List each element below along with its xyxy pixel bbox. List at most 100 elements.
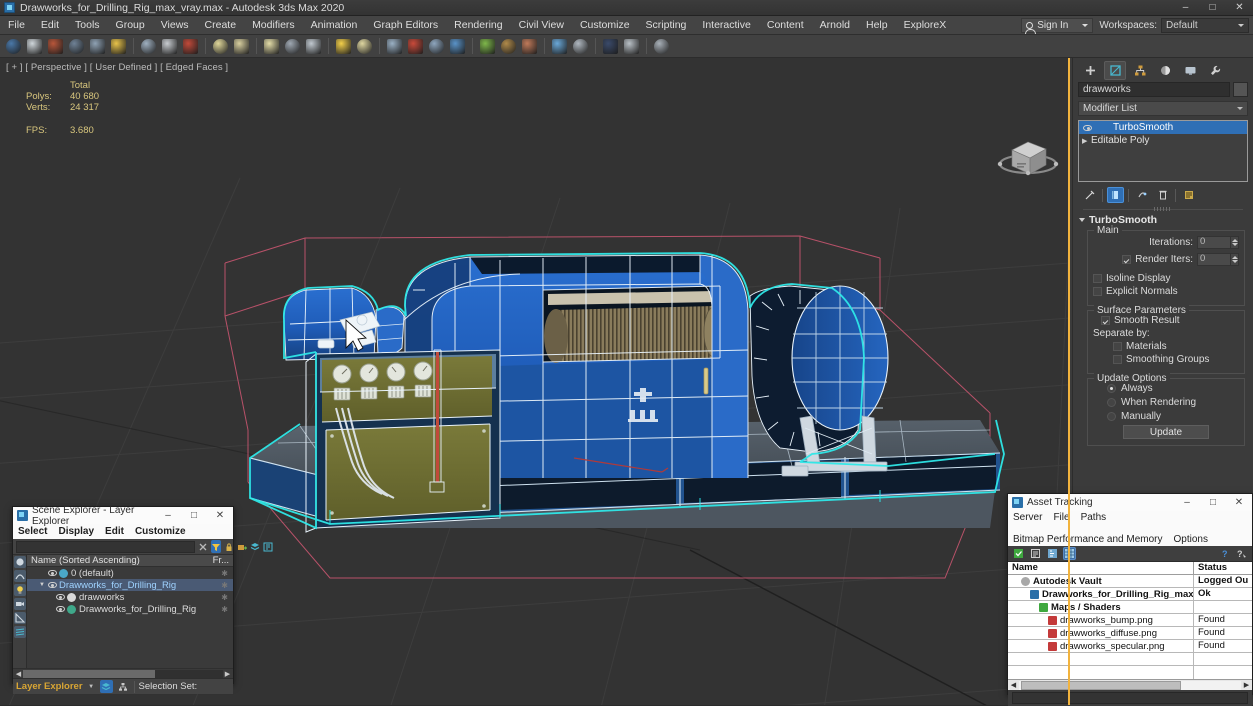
scroll-left-icon[interactable]: ◀ <box>14 670 23 678</box>
modifier-visibility-eye-icon[interactable] <box>1082 122 1093 133</box>
lock-icon[interactable] <box>224 540 234 553</box>
hierarchy-tab[interactable] <box>1129 61 1151 80</box>
freeze-toggle-icon[interactable]: ✱ <box>221 581 233 590</box>
smoothing-groups-checkbox[interactable] <box>1113 355 1122 364</box>
iterations-spinner[interactable] <box>1231 235 1239 249</box>
render-iters-value[interactable]: 0 <box>1197 252 1231 266</box>
select-link-icon[interactable] <box>45 36 65 56</box>
render-setup-icon[interactable] <box>570 36 590 56</box>
close-button[interactable]: ✕ <box>1226 0 1253 16</box>
named-selection-icon[interactable] <box>426 36 446 56</box>
update-manually-radio[interactable] <box>1107 412 1116 421</box>
menu-item-explorex[interactable]: ExploreX <box>896 16 955 35</box>
visibility-eye-icon[interactable] <box>47 568 57 578</box>
help-icon[interactable]: ? <box>1219 547 1232 560</box>
select-region-icon[interactable] <box>180 36 200 56</box>
smooth-result-row[interactable]: Smooth Result <box>1101 315 1239 326</box>
scene-explorer-hscrollbar[interactable]: ◀ ▶ <box>13 668 233 678</box>
filter-cameras-icon[interactable] <box>13 598 26 610</box>
scene-explorer-menu-select[interactable]: Select <box>18 526 47 537</box>
scene-explorer-row[interactable]: ▼ Drawworks_for_Drilling_Rig ✱ <box>27 579 233 591</box>
freeze-toggle-icon[interactable]: ✱ <box>221 593 233 602</box>
asset-grid-header[interactable]: Name Status <box>1008 562 1252 575</box>
visibility-eye-icon[interactable] <box>47 580 57 590</box>
scene-explorer-search-input[interactable] <box>16 540 195 553</box>
modifier-stack[interactable]: TurboSmooth ▶ Editable Poly <box>1078 120 1248 182</box>
update-when-rendering-row[interactable]: When Rendering <box>1107 397 1239 408</box>
menu-item-civil-view[interactable]: Civil View <box>511 16 572 35</box>
asset-tracking-hscrollbar[interactable]: ◀ ▶ <box>1008 679 1252 690</box>
scene-explorer-menu-customize[interactable]: Customize <box>135 526 186 537</box>
freeze-toggle-icon[interactable]: ✱ <box>221 605 233 614</box>
mirror-icon[interactable] <box>447 36 467 56</box>
scroll-track[interactable] <box>1019 680 1241 690</box>
remove-modifier-icon[interactable] <box>1154 187 1171 203</box>
object-color-swatch[interactable] <box>1233 82 1248 97</box>
scene-explorer-row[interactable]: Drawworks_for_Drilling_Rig ✱ <box>27 603 233 615</box>
scene-explorer-row[interactable]: drawworks ✱ <box>27 591 233 603</box>
scene-explorer-maximize[interactable]: □ <box>181 507 207 524</box>
menu-item-rendering[interactable]: Rendering <box>446 16 510 35</box>
update-button[interactable]: Update <box>1123 425 1209 439</box>
refresh-icon[interactable] <box>1012 547 1025 560</box>
table-row[interactable]: drawworks_diffuse.png Found <box>1008 627 1252 640</box>
window-crossing-icon[interactable] <box>210 36 230 56</box>
scroll-left-icon[interactable]: ◀ <box>1008 681 1019 689</box>
smooth-result-checkbox[interactable] <box>1101 316 1110 325</box>
scroll-right-icon[interactable]: ▶ <box>1241 681 1252 689</box>
align-icon[interactable] <box>477 36 497 56</box>
help-icon[interactable] <box>651 36 671 56</box>
table-row[interactable]: Autodesk Vault Logged Ou <box>1008 575 1252 588</box>
rendered-frame-icon[interactable] <box>600 36 620 56</box>
scroll-thumb[interactable] <box>1021 680 1181 690</box>
maximize-button[interactable]: □ <box>1199 0 1226 16</box>
scene-explorer-menu-display[interactable]: Display <box>58 526 94 537</box>
tree-view-icon[interactable] <box>1046 547 1059 560</box>
scroll-right-icon[interactable]: ▶ <box>223 670 232 678</box>
menu-item-tools[interactable]: Tools <box>67 16 108 35</box>
select-and-scale-icon[interactable] <box>282 36 302 56</box>
asset-tracking-maximize[interactable]: □ <box>1200 494 1226 511</box>
explicit-normals-checkbox[interactable] <box>1093 287 1102 296</box>
expand-arrow-icon[interactable]: ▼ <box>39 582 47 588</box>
materials-row[interactable]: Materials <box>1113 341 1239 352</box>
show-end-result-icon[interactable] <box>1107 187 1124 203</box>
scene-explorer-list[interactable]: Name (Sorted Ascending) Fr... 0 (default… <box>27 555 233 668</box>
asset-tracking-grid[interactable]: Name Status Autodesk Vault Logged Ou Draww… <box>1008 562 1252 679</box>
menu-item-scripting[interactable]: Scripting <box>638 16 695 35</box>
menu-item-modifiers[interactable]: Modifiers <box>244 16 303 35</box>
workspace-select[interactable]: Default <box>1161 17 1249 33</box>
materials-checkbox[interactable] <box>1113 342 1122 351</box>
clear-search-icon[interactable] <box>198 540 208 553</box>
update-when-rendering-radio[interactable] <box>1107 398 1116 407</box>
modifier-list-dropdown[interactable]: Modifier List <box>1078 101 1248 116</box>
update-manually-row[interactable]: Manually <box>1107 411 1239 422</box>
filter-icon[interactable] <box>211 540 221 553</box>
visibility-eye-icon[interactable] <box>55 604 65 614</box>
layer-mode-icon[interactable] <box>99 680 113 693</box>
smoothing-groups-row[interactable]: Smoothing Groups <box>1113 354 1239 365</box>
select-and-rotate-icon[interactable] <box>261 36 281 56</box>
explicit-normals-row[interactable]: Explicit Normals <box>1093 286 1239 297</box>
asset-tracking-menu-server[interactable]: Server <box>1013 512 1042 523</box>
reference-coordinate-icon[interactable] <box>303 36 323 56</box>
select-and-move-icon[interactable] <box>231 36 251 56</box>
render-production-icon[interactable] <box>621 36 641 56</box>
table-row[interactable]: drawworks_bump.png Found <box>1008 614 1252 627</box>
asset-tracking-menu-paths[interactable]: Paths <box>1081 512 1107 523</box>
update-always-row[interactable]: Always <box>1107 383 1239 394</box>
curve-editor-icon[interactable] <box>519 36 539 56</box>
modify-tab[interactable] <box>1104 61 1126 80</box>
scene-explorer-minimize[interactable]: – <box>155 507 181 524</box>
menu-item-create[interactable]: Create <box>197 16 245 35</box>
iterations-value[interactable]: 0 <box>1197 235 1231 249</box>
menu-item-group[interactable]: Group <box>108 16 153 35</box>
asset-tracking-menu-options[interactable]: Options <box>1174 534 1208 545</box>
asset-tracking-menu-file[interactable]: File <box>1053 512 1069 523</box>
table-row[interactable]: Drawworks_for_Drilling_Rig_max_vray.max O… <box>1008 588 1252 601</box>
utilities-tab[interactable] <box>1204 61 1226 80</box>
material-editor-icon[interactable] <box>549 36 569 56</box>
expand-arrow-icon[interactable]: ▶ <box>1082 137 1091 145</box>
modifier-stack-item[interactable]: ▶ Editable Poly <box>1079 134 1247 147</box>
list-view-icon[interactable] <box>1029 547 1042 560</box>
